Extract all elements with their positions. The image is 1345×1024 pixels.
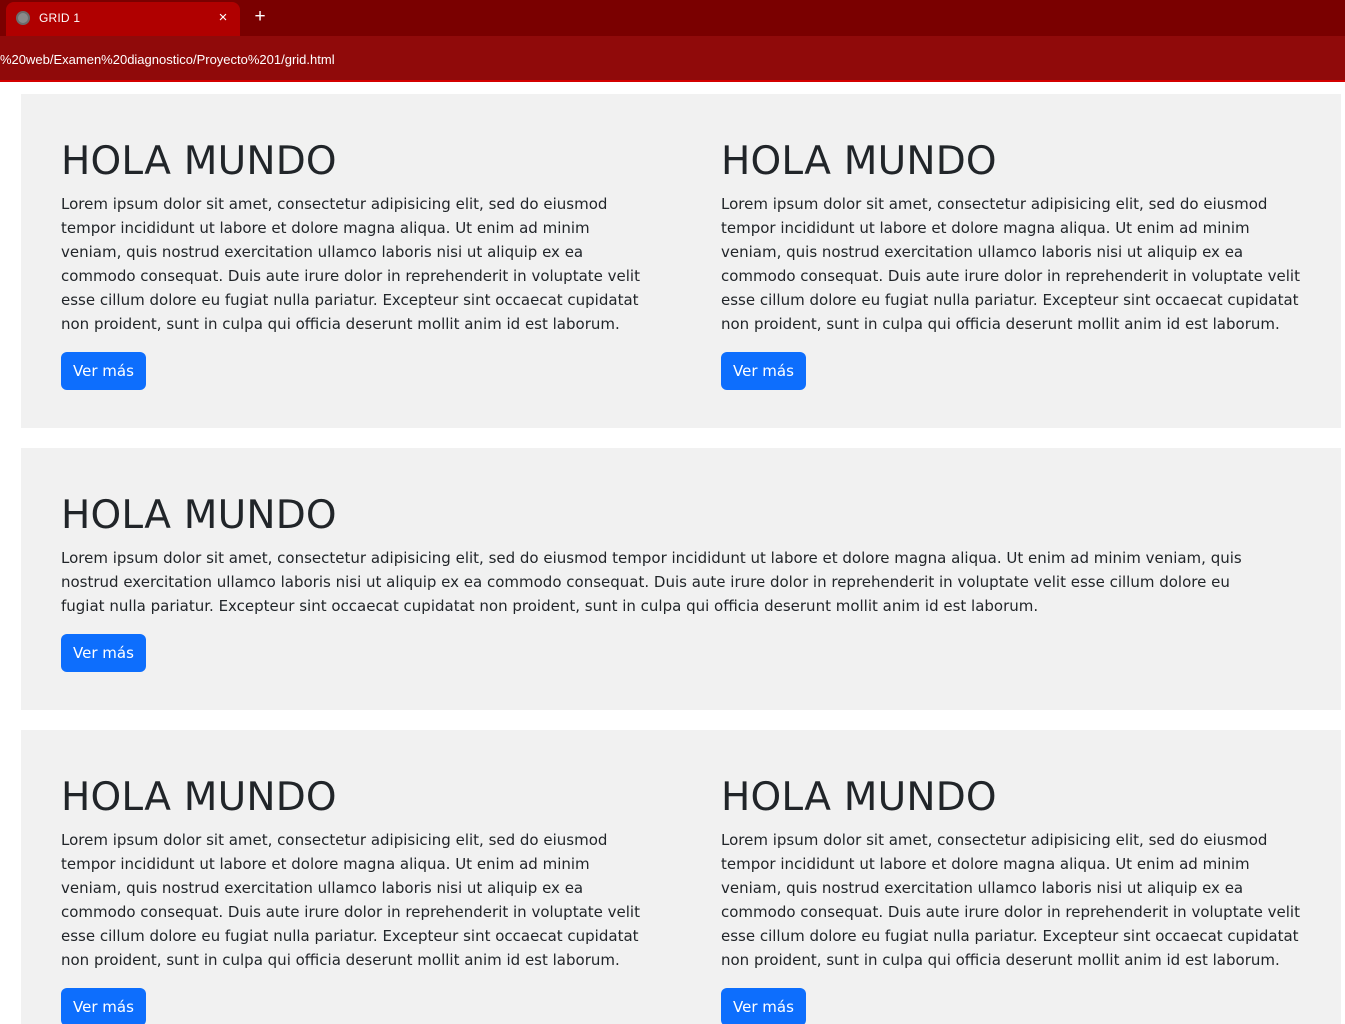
tab-strip: GRID 1 × + <box>0 0 1345 36</box>
close-tab-icon[interactable]: × <box>216 8 230 28</box>
section-text: Lorem ipsum dolor sit amet, consectetur … <box>721 195 1300 333</box>
new-tab-icon[interactable]: + <box>250 6 270 28</box>
section-text: Lorem ipsum dolor sit amet, consectetur … <box>61 549 1242 615</box>
section-heading: HOLA MUNDO <box>61 493 337 538</box>
section-heading: HOLA MUNDO <box>721 139 997 184</box>
address-bar[interactable]: %20web/Examen%20diagnostico/Proyecto%201… <box>0 36 1345 82</box>
content-section: HOLA MUNDO Lorem ipsum dolor sit amet, c… <box>21 94 1341 428</box>
content-column: HOLA MUNDO Lorem ipsum dolor sit amet, c… <box>721 774 1311 1024</box>
section-heading: HOLA MUNDO <box>61 139 337 184</box>
browser-tab[interactable]: GRID 1 × <box>6 2 240 36</box>
ver-mas-button[interactable]: Ver más <box>61 988 146 1024</box>
ver-mas-button[interactable]: Ver más <box>721 352 806 390</box>
section-heading: HOLA MUNDO <box>61 775 337 820</box>
section-text: Lorem ipsum dolor sit amet, consectetur … <box>61 831 640 969</box>
ver-mas-button[interactable]: Ver más <box>61 352 146 390</box>
section-heading: HOLA MUNDO <box>721 775 997 820</box>
url-text[interactable]: %20web/Examen%20diagnostico/Proyecto%201… <box>0 52 335 67</box>
content-section: HOLA MUNDO Lorem ipsum dolor sit amet, c… <box>21 730 1341 1024</box>
section-text: Lorem ipsum dolor sit amet, consectetur … <box>61 195 640 333</box>
ver-mas-button[interactable]: Ver más <box>721 988 806 1024</box>
globe-icon <box>16 11 30 25</box>
content-column: HOLA MUNDO Lorem ipsum dolor sit amet, c… <box>721 138 1311 390</box>
tab-title: GRID 1 <box>39 11 81 25</box>
ver-mas-button[interactable]: Ver más <box>61 634 146 672</box>
content-section: HOLA MUNDO Lorem ipsum dolor sit amet, c… <box>21 448 1341 710</box>
content-column: HOLA MUNDO Lorem ipsum dolor sit amet, c… <box>61 138 651 390</box>
content-column: HOLA MUNDO Lorem ipsum dolor sit amet, c… <box>61 492 1261 672</box>
section-text: Lorem ipsum dolor sit amet, consectetur … <box>721 831 1300 969</box>
content-column: HOLA MUNDO Lorem ipsum dolor sit amet, c… <box>61 774 651 1024</box>
